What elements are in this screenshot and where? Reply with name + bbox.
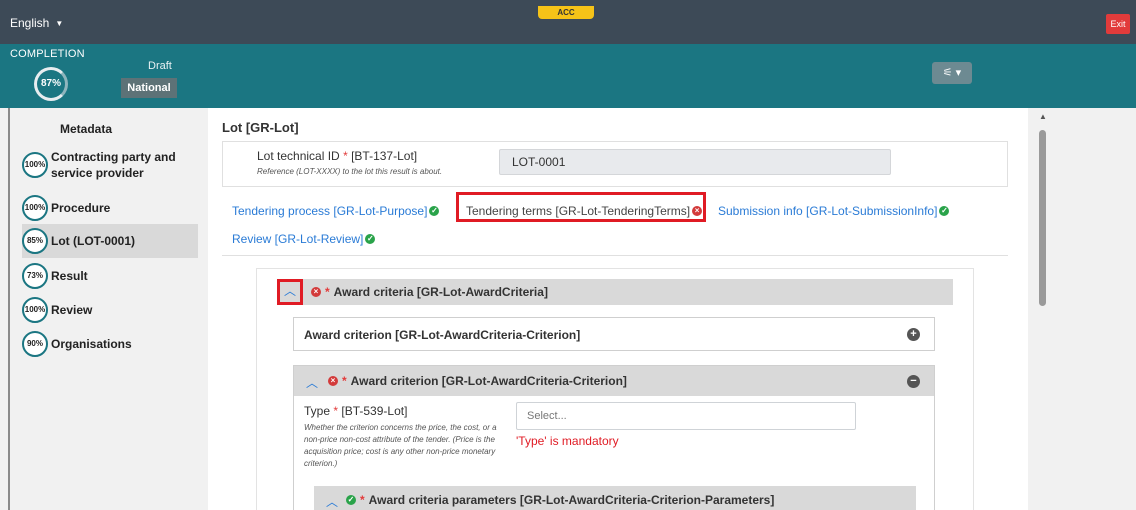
sidebar-item-lot[interactable]: 85% Lot (LOT-0001) [22, 224, 198, 258]
sidebar-item-label: Organisations [51, 337, 132, 351]
status-label: Draft [148, 60, 172, 72]
sidebar-item-review[interactable]: 100% Review [22, 296, 198, 324]
top-bar: English ▼ ACC Exit [0, 0, 1136, 44]
required-marker: * [360, 493, 365, 507]
progress-ring: 73% [22, 263, 48, 289]
technical-id-label: Lot technical ID * [BT-137-Lot] [257, 149, 417, 163]
scope-badge: National [121, 78, 177, 98]
environment-badge: ACC [538, 6, 594, 19]
sidebar-item-result[interactable]: 73% Result [22, 262, 198, 290]
required-marker: * [343, 149, 352, 163]
field-code: [BT-137-Lot] [351, 149, 418, 163]
section-title: Award criteria [GR-Lot-AwardCriteria] [333, 285, 548, 299]
sidebar-item-organisations[interactable]: 90% Organisations [22, 330, 198, 358]
scroll-thumb[interactable] [1039, 130, 1046, 306]
chevron-up-icon[interactable]: ︿ [306, 374, 318, 391]
tab-tendering-terms[interactable]: Tendering terms [GR-Lot-TenderingTerms] … [466, 204, 703, 218]
progress-ring: 100% [22, 297, 48, 323]
type-error-message: 'Type' is mandatory [516, 434, 619, 448]
required-marker: * [342, 374, 347, 388]
parameters-title: ✓ * Award criteria parameters [GR-Lot-Aw… [346, 493, 774, 507]
tab-review[interactable]: Review [GR-Lot-Review] ✓ [232, 232, 376, 246]
criterion-header: ︿ × * Award criterion [GR-Lot-AwardCrite… [294, 366, 934, 396]
divider [222, 255, 1008, 256]
criterion-title-text: Award criterion [GR-Lot-AwardCriteria-Cr… [350, 374, 627, 388]
sidebar-item-label: Result [51, 269, 88, 283]
sliders-icon: ⚟ ▾ [942, 67, 962, 79]
error-circle-icon: × [328, 376, 338, 386]
page-title: Lot [GR-Lot] [222, 120, 299, 135]
completion-band: COMPLETION 87% Draft National ⚟ ▾ [0, 44, 1136, 108]
language-label: English [10, 16, 50, 30]
sidebar-item-label: Procedure [51, 201, 111, 215]
type-field-label: Type * [BT-539-Lot] [304, 404, 407, 418]
award-criterion-expanded: ︿ × * Award criterion [GR-Lot-AwardCrite… [293, 365, 935, 510]
check-circle-icon: ✓ [939, 206, 950, 216]
progress-ring: 100% [22, 152, 48, 178]
progress-ring: 90% [22, 331, 48, 357]
type-field-hint: Whether the criterion concerns the price… [304, 423, 497, 468]
award-criteria-panel: ︿ × * Award criteria [GR-Lot-AwardCriter… [256, 268, 974, 510]
main-content: Lot [GR-Lot] Lot technical ID * [BT-137-… [208, 108, 1028, 510]
sidebar-item-label: Contracting party and service provider [51, 150, 176, 180]
award-criteria-header: ︿ × * Award criteria [GR-Lot-AwardCriter… [277, 279, 953, 305]
type-select[interactable]: Select... [516, 402, 856, 430]
check-circle-icon: ✓ [365, 234, 376, 244]
language-selector[interactable]: English ▼ [10, 16, 63, 30]
tab-label: Tendering terms [GR-Lot-TenderingTerms] [466, 204, 691, 218]
criterion-title: Award criterion [GR-Lot-AwardCriteria-Cr… [304, 328, 581, 342]
tab-label: Tendering process [GR-Lot-Purpose] [232, 204, 428, 218]
award-criteria-title: × * Award criteria [GR-Lot-AwardCriteria… [311, 285, 548, 299]
scroll-up-arrow-icon[interactable]: ▲ [1039, 112, 1047, 121]
technical-id-card: Lot technical ID * [BT-137-Lot] Referenc… [222, 141, 1008, 187]
field-label: Type [304, 404, 331, 418]
criterion-title: × * Award criterion [GR-Lot-AwardCriteri… [328, 374, 627, 388]
required-marker: * [325, 285, 330, 299]
caret-down-icon: ▼ [55, 18, 64, 28]
technical-id-input[interactable]: LOT-0001 [499, 149, 891, 175]
field-label: Lot technical ID [257, 149, 340, 163]
sidebar-item-label: Review [51, 303, 93, 317]
settings-dropdown-button[interactable]: ⚟ ▾ [932, 62, 972, 84]
sidebar-title: Metadata [60, 122, 113, 136]
tab-label: Submission info [GR-Lot-SubmissionInfo] [718, 204, 938, 218]
error-circle-icon: × [692, 206, 703, 216]
plus-circle-icon[interactable]: + [907, 328, 920, 341]
tab-submission-info[interactable]: Submission info [GR-Lot-SubmissionInfo] … [718, 204, 950, 218]
parameters-title-text: Award criteria parameters [GR-Lot-AwardC… [368, 493, 775, 507]
minus-circle-icon[interactable]: − [907, 375, 920, 388]
collapse-chevron-up-icon[interactable]: ︿ [277, 279, 303, 305]
completion-progress-ring: 87% [34, 67, 68, 101]
progress-ring: 85% [22, 228, 48, 254]
sidebar-item-procedure[interactable]: 100% Procedure [22, 194, 198, 222]
vertical-scrollbar[interactable]: ▲ [1036, 108, 1050, 510]
tab-tendering-process[interactable]: Tendering process [GR-Lot-Purpose] ✓ [232, 204, 440, 218]
sidebar-item-contracting-party[interactable]: 100% Contracting party and service provi… [22, 148, 198, 182]
error-circle-icon: × [311, 287, 321, 297]
tab-label: Review [GR-Lot-Review] [232, 232, 364, 246]
check-circle-icon: ✓ [346, 495, 356, 505]
check-circle-icon: ✓ [429, 206, 440, 216]
sidebar: Metadata 100% Contracting party and serv… [10, 108, 208, 510]
progress-ring: 100% [22, 195, 48, 221]
award-criteria-parameters-header: ︿ ✓ * Award criteria parameters [GR-Lot-… [314, 486, 916, 510]
field-code: [BT-539-Lot] [341, 404, 408, 418]
exit-button[interactable]: Exit [1106, 14, 1130, 34]
sidebar-item-label: Lot (LOT-0001) [51, 234, 136, 248]
completion-label: COMPLETION [10, 48, 85, 60]
award-criterion-collapsed[interactable]: Award criterion [GR-Lot-AwardCriteria-Cr… [293, 317, 935, 351]
chevron-up-icon[interactable]: ︿ [326, 493, 338, 510]
technical-id-hint: Reference (LOT-XXXX) to the lot this res… [257, 167, 443, 176]
